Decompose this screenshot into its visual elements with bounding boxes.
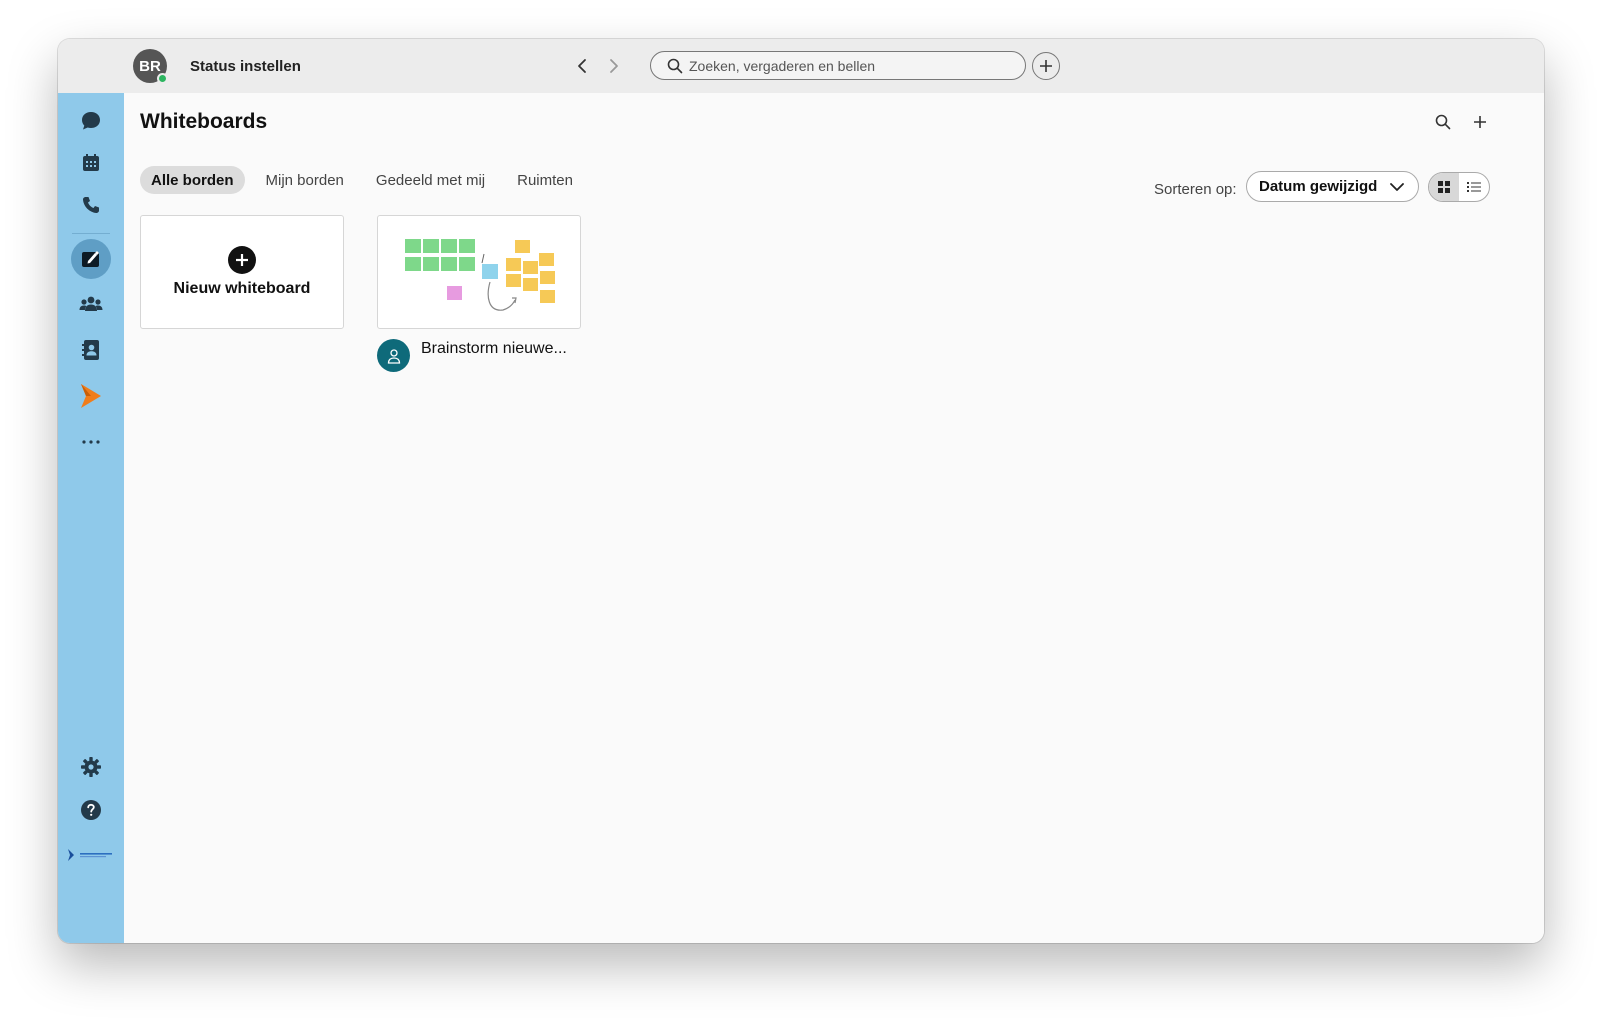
app-window: BR Status instellen Zoeken, vergaderen e…	[58, 39, 1544, 943]
forward-button[interactable]	[603, 55, 625, 77]
board-search-button[interactable]	[1432, 111, 1454, 133]
search-bar[interactable]	[650, 51, 1026, 80]
gear-icon	[81, 757, 101, 777]
sidebar-item-messaging[interactable]	[71, 101, 111, 141]
board-thumbnail[interactable]	[377, 215, 581, 329]
contacts-icon	[82, 340, 99, 360]
tab-spaces[interactable]: Ruimten	[506, 166, 584, 194]
chat-icon	[82, 112, 100, 130]
new-whiteboard-label: Nieuw whiteboard	[173, 280, 311, 297]
tab-my-boards[interactable]: Mijn borden	[255, 166, 355, 194]
main-content: Whiteboards Alle borden Mijn borden Gede…	[124, 93, 1544, 943]
tab-all-boards[interactable]: Alle borden	[140, 166, 245, 194]
sidebar	[58, 93, 124, 943]
plus-icon	[1040, 60, 1052, 72]
sidebar-divider	[72, 233, 110, 234]
grid-icon	[1438, 181, 1450, 193]
plus-circle-icon	[228, 246, 256, 274]
board-title[interactable]: Brainstorm nieuwe...	[421, 340, 567, 372]
sidebar-item-settings[interactable]	[71, 747, 111, 787]
avatar-initials: BR	[139, 57, 161, 75]
brand-logo-icon	[68, 849, 112, 861]
whiteboard-icon	[82, 251, 99, 267]
back-button[interactable]	[571, 55, 593, 77]
sort-value: Datum gewijzigd	[1259, 178, 1378, 195]
calendar-icon	[83, 154, 99, 171]
sort-label: Sorteren op:	[1154, 181, 1237, 198]
app-logo-icon	[81, 384, 101, 408]
set-status-button[interactable]: Status instellen	[190, 58, 301, 75]
sidebar-item-help[interactable]	[71, 790, 111, 830]
sidebar-brand-logo	[66, 835, 114, 875]
search-input[interactable]	[689, 57, 1009, 74]
more-icon	[82, 440, 100, 444]
sidebar-item-teams[interactable]	[71, 284, 111, 324]
user-avatar[interactable]: BR	[133, 49, 168, 84]
sidebar-item-app[interactable]	[71, 376, 111, 416]
board-owner-avatar	[377, 339, 410, 372]
phone-icon	[83, 197, 99, 213]
page-title: Whiteboards	[140, 110, 268, 133]
sidebar-item-calling[interactable]	[71, 185, 111, 225]
sidebar-item-whiteboards[interactable]	[71, 239, 111, 279]
new-action-button[interactable]	[1032, 52, 1060, 80]
list-icon	[1467, 182, 1481, 192]
tab-shared-with-me[interactable]: Gedeeld met mij	[365, 166, 496, 194]
presence-indicator	[157, 73, 168, 84]
add-board-button[interactable]	[1469, 111, 1491, 133]
chevron-left-icon	[578, 59, 586, 73]
chevron-right-icon	[610, 59, 618, 73]
chevron-down-icon	[1390, 183, 1404, 191]
grid-view-button[interactable]	[1429, 173, 1459, 201]
view-toggle	[1428, 172, 1490, 202]
board-filter-tabs: Alle borden Mijn borden Gedeeld met mij …	[140, 166, 594, 194]
help-icon	[81, 800, 101, 820]
search-icon	[667, 58, 683, 73]
teams-icon	[79, 296, 103, 311]
sidebar-item-more[interactable]	[71, 422, 111, 462]
search-icon	[1435, 114, 1451, 130]
sort-dropdown[interactable]: Datum gewijzigd	[1246, 171, 1419, 202]
new-whiteboard-card[interactable]: Nieuw whiteboard	[140, 215, 344, 329]
list-view-button[interactable]	[1459, 173, 1489, 201]
board-preview-image	[405, 239, 555, 311]
person-icon	[387, 348, 400, 364]
sidebar-item-meetings[interactable]	[71, 143, 111, 183]
board-meta: Brainstorm nieuwe...	[377, 339, 567, 372]
title-bar: BR Status instellen	[58, 39, 1544, 93]
plus-icon	[1474, 116, 1486, 128]
sidebar-item-contacts[interactable]	[71, 330, 111, 370]
